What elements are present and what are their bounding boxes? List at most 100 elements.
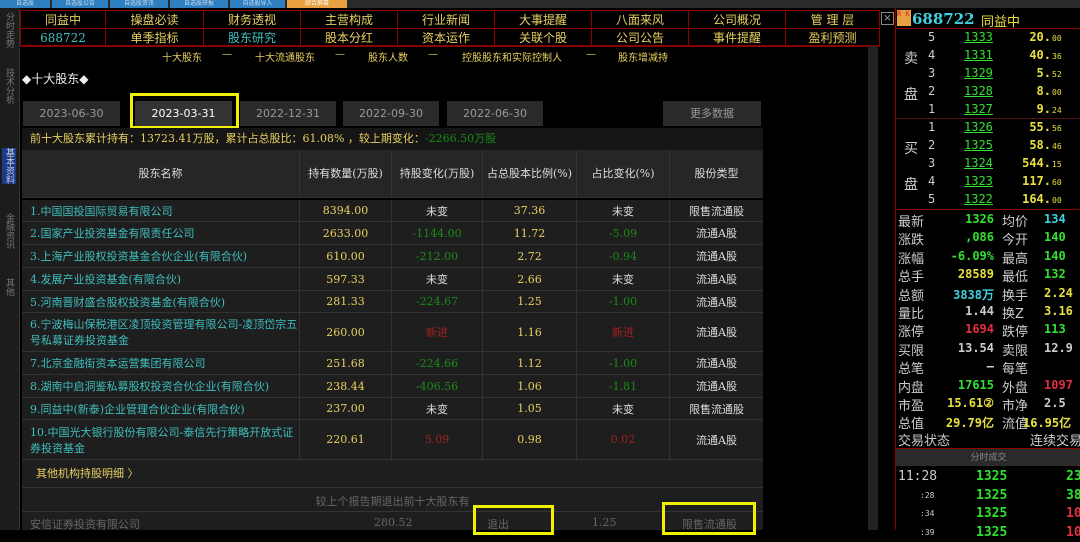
column-header[interactable]: 持股变化(万股) bbox=[392, 150, 483, 197]
holder-name[interactable]: 4.发展产业投资基金(有限合伙) bbox=[22, 268, 300, 290]
nav-item[interactable]: 主营构成 bbox=[301, 11, 398, 29]
share-ratio: 1.06 bbox=[483, 375, 577, 397]
nav-item[interactable]: 盈利预测 bbox=[786, 29, 880, 47]
sub-nav: 十大股东 — 十大流通股东 — 股东人数 — 控股股东和实际控制人 — 股东增减… bbox=[0, 49, 880, 65]
share-type: 限售流通股 bbox=[689, 204, 744, 218]
nav-item[interactable]: 股本分红 bbox=[301, 29, 398, 47]
holder-name[interactable]: 2.国家产业投资基金有限责任公司 bbox=[22, 222, 300, 244]
holding-amount: 597.33 bbox=[300, 268, 392, 290]
level-price: 1327 bbox=[964, 102, 993, 116]
subnav-top10-float[interactable]: 十大流通股东 bbox=[255, 49, 315, 64]
nav-item[interactable]: 关联个股 bbox=[495, 29, 592, 47]
column-header[interactable]: 持有数量(万股) bbox=[300, 150, 392, 197]
tick-price: 1325 bbox=[976, 487, 1008, 503]
tab-2022-12-31[interactable]: 2022-12-31 bbox=[240, 101, 336, 126]
ratio-change: 新进 bbox=[577, 313, 670, 351]
holding-change: -406.56 bbox=[392, 375, 483, 397]
scrollbar[interactable] bbox=[868, 46, 878, 530]
nav-item[interactable]: 股东研究 bbox=[204, 29, 301, 47]
holder-name[interactable]: 10.中国光大银行股份有限公司-泰信先行策略开放式证券投资基金 bbox=[22, 420, 300, 459]
tick-row: 11:28 1325 23 bbox=[896, 468, 1080, 486]
holding-change: 未变 bbox=[392, 200, 483, 221]
subnav-top10-holders[interactable]: 十大股东 bbox=[162, 49, 202, 64]
level-volume-dec: 36 bbox=[1052, 52, 1062, 61]
tick-price: 1325 bbox=[976, 469, 1008, 484]
holding-amount: 238.44 bbox=[300, 375, 392, 397]
holder-name[interactable]: 6.宁波梅山保税港区凌顶投资管理有限公司-凌顶岱宗五号私募证券投资基金 bbox=[22, 313, 300, 351]
level-volume: 58. bbox=[1029, 138, 1051, 152]
stat-value: 134 bbox=[1044, 212, 1066, 226]
holder-name[interactable]: 9.同益中(新泰)企业管理合伙企业(有限合伙) bbox=[22, 398, 300, 419]
nav-item[interactable]: 行业新闻 bbox=[398, 11, 495, 29]
column-header[interactable]: 占比变化(%) bbox=[577, 150, 670, 197]
sidebar-item[interactable]: 其他 bbox=[2, 278, 16, 296]
top-tab[interactable]: 自选股研报 bbox=[170, 0, 228, 8]
holder-name[interactable]: 7.北京金融街资本运营集团有限公司 bbox=[22, 352, 300, 374]
level-no: 3 bbox=[928, 66, 936, 80]
stat-row: 量比 1.44 换Z 3.16 bbox=[896, 303, 1080, 322]
holder-name[interactable]: 1.中国国投国际贸易有限公司 bbox=[22, 200, 300, 221]
level-volume-dec: 56 bbox=[1052, 124, 1062, 133]
share-type: 流通A股 bbox=[696, 326, 737, 339]
nav-item[interactable]: 事件提醒 bbox=[689, 29, 786, 47]
holder-name[interactable]: 5.河南晋财盛合股权投资基金(有限合伙) bbox=[22, 291, 300, 312]
top-tab-strip: 自选股 自选股公告 自选股资讯 自选股研报 自选股导入 综合屏幕 bbox=[0, 0, 1080, 8]
sidebar-item-active[interactable]: 基本资料 bbox=[2, 148, 16, 184]
ratio-change: 未变 bbox=[577, 398, 670, 419]
stat-label: 买限 bbox=[898, 343, 925, 359]
level-no: 1 bbox=[928, 120, 936, 134]
nav-item[interactable]: 公司公告 bbox=[592, 29, 689, 47]
more-data-button[interactable]: 更多数据 bbox=[663, 101, 761, 126]
stat-label: 卖限 bbox=[1002, 343, 1029, 359]
column-header[interactable]: 股东名称 bbox=[22, 150, 300, 197]
nav-item[interactable]: 操盘必读 bbox=[106, 11, 204, 29]
tab-2023-06-30[interactable]: 2023-06-30 bbox=[23, 101, 120, 126]
share-type: 限售流通股 bbox=[689, 402, 744, 416]
level-volume: 9. bbox=[1036, 102, 1051, 116]
top-tab[interactable]: 自选股 bbox=[0, 0, 50, 8]
top-tab[interactable]: 自选股公告 bbox=[52, 0, 108, 8]
nav-item[interactable]: 公司概况 bbox=[689, 11, 786, 29]
nav-item[interactable]: 资本运作 bbox=[398, 29, 495, 47]
stat-value: 140 bbox=[1044, 230, 1066, 245]
share-type: 流通A股 bbox=[696, 433, 737, 447]
stat-row: 总笔 – 每笔 bbox=[896, 358, 1080, 377]
sidebar-item[interactable]: 技术分析 bbox=[2, 68, 16, 104]
nav-item[interactable]: 单季指标 bbox=[106, 29, 204, 47]
column-header[interactable]: 股份类型 bbox=[670, 150, 763, 197]
close-icon[interactable]: × bbox=[881, 12, 894, 25]
share-ratio: 0.98 bbox=[483, 420, 577, 459]
order-level: 3 1324 544. 15 bbox=[896, 155, 1080, 173]
top-tab[interactable]: 自选股资讯 bbox=[110, 0, 168, 8]
nav-item[interactable]: 财务透视 bbox=[204, 11, 301, 29]
holder-name[interactable]: 8.湖南中启洞鉴私募股权投资合伙企业(有限合伙) bbox=[22, 375, 300, 397]
subnav-holding-changes[interactable]: 股东增减持 bbox=[618, 49, 668, 64]
ratio-change: -0.94 bbox=[577, 245, 670, 267]
share-type: 流通A股 bbox=[696, 273, 737, 286]
sidebar-item[interactable]: 金融资讯 bbox=[2, 213, 16, 249]
table-header: 股东名称 持有数量(万股) 持股变化(万股) 占总股本比例(%) 占比变化(%) 股份类型 bbox=[22, 150, 763, 198]
level-volume: 5. bbox=[1036, 66, 1051, 80]
tick-volume: 10 bbox=[1066, 506, 1080, 521]
level-no: 4 bbox=[928, 174, 936, 188]
order-level: 5 1333 20. 00 bbox=[896, 29, 1080, 47]
other-institutions-link[interactable]: 其他机构持股明细 〉 bbox=[22, 460, 763, 488]
tab-2022-06-30[interactable]: 2022-06-30 bbox=[447, 101, 543, 126]
ratio-change: -5.09 bbox=[577, 222, 670, 244]
top-tab[interactable]: 自选股导入 bbox=[230, 0, 285, 8]
nav-item[interactable]: 大事提醒 bbox=[495, 11, 592, 29]
nav-item[interactable]: 管 理 层 bbox=[786, 11, 880, 29]
ratio-change: -1.00 bbox=[577, 352, 670, 374]
tab-2022-09-30[interactable]: 2022-09-30 bbox=[343, 101, 439, 126]
holder-name[interactable]: 3.上海产业股权投资基金合伙企业(有限合伙) bbox=[22, 245, 300, 267]
column-header[interactable]: 占总股本比例(%) bbox=[483, 150, 577, 197]
nav-item[interactable]: 八面来风 bbox=[592, 11, 689, 29]
subnav-holder-count[interactable]: 股东人数 bbox=[368, 49, 408, 64]
stat-label: 涨幅 bbox=[898, 251, 925, 267]
top-tab[interactable]: 综合屏幕 bbox=[287, 0, 347, 8]
sidebar-item[interactable]: 分时走势 bbox=[2, 12, 16, 48]
level-price: 1324 bbox=[964, 156, 993, 170]
level-volume: 117. bbox=[1022, 174, 1051, 188]
ratio-change: 未变 bbox=[577, 268, 670, 290]
subnav-controller[interactable]: 控股股东和实际控制人 bbox=[462, 49, 562, 64]
